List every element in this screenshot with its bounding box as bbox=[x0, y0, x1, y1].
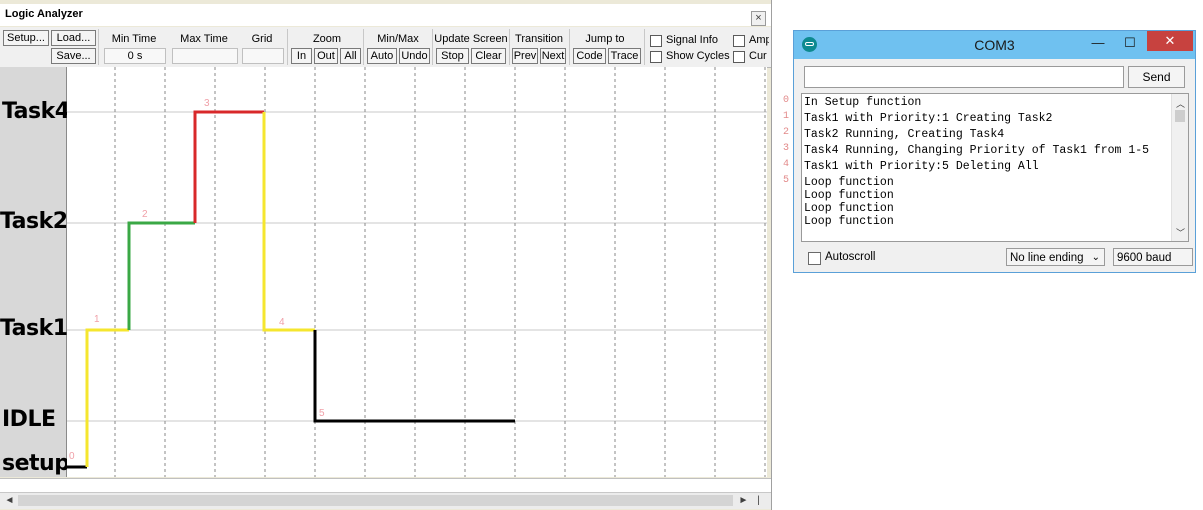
update-screen-label: Update Screen bbox=[434, 33, 508, 45]
signal-label-setup: setup bbox=[2, 451, 70, 476]
stop-button[interactable]: Stop bbox=[436, 48, 469, 64]
serial-output-area: In Setup function Task1 with Priority:1 … bbox=[801, 93, 1189, 242]
output-line: Loop function bbox=[804, 176, 894, 189]
line-index: 4 bbox=[783, 159, 790, 170]
output-line: Task1 with Priority:5 Deleting All bbox=[804, 160, 1039, 173]
signal-label-task2: Task2 bbox=[0, 209, 68, 234]
send-button[interactable]: Send bbox=[1128, 66, 1185, 88]
amp-checkbox[interactable] bbox=[733, 35, 745, 47]
output-line: Loop function bbox=[804, 189, 894, 202]
undo-button[interactable]: Undo bbox=[399, 48, 430, 64]
line-index: 1 bbox=[783, 111, 790, 122]
autoscroll-checkbox[interactable] bbox=[808, 252, 821, 265]
trace-button[interactable]: Trace bbox=[608, 48, 641, 64]
waveform-segment-4 bbox=[262, 112, 315, 332]
waveform-segment-3 bbox=[193, 110, 264, 223]
prev-button[interactable]: Prev bbox=[512, 48, 538, 64]
signal-name-column: Task4 Task2 Task1 IDLE setup bbox=[0, 67, 70, 477]
setup-button[interactable]: Setup... bbox=[3, 30, 49, 46]
signal-label-idle: IDLE bbox=[2, 407, 56, 432]
output-line: Task2 Running, Creating Task4 bbox=[804, 128, 1005, 141]
line-ending-select[interactable]: No line ending ⌄ bbox=[1006, 248, 1105, 266]
signal-label-task1: Task1 bbox=[0, 316, 68, 341]
zoom-out-button[interactable]: Out bbox=[314, 48, 338, 64]
serial-input-field[interactable] bbox=[804, 66, 1124, 88]
zoom-in-button[interactable]: In bbox=[291, 48, 312, 64]
logic-analyzer-window: Logic Analyzer × Setup... Load... Save..… bbox=[0, 0, 772, 510]
output-line: Loop function bbox=[804, 215, 894, 228]
maximize-icon[interactable]: ☐ bbox=[1116, 33, 1144, 53]
transition-label: Transition bbox=[515, 33, 563, 45]
waveform-segment-2 bbox=[127, 221, 195, 330]
signal-info-checkbox[interactable] bbox=[650, 35, 662, 47]
jump-to-label: Jump to bbox=[585, 33, 625, 45]
show-cycles-checkbox[interactable] bbox=[650, 51, 662, 63]
waveform-svg: 0 1 2 3 4 5 bbox=[67, 67, 767, 477]
scroll-left-icon[interactable]: ◄ bbox=[3, 494, 16, 507]
serial-monitor-titlebar: COM3 — ☐ ✕ bbox=[794, 31, 1195, 59]
code-button[interactable]: Code bbox=[573, 48, 606, 64]
next-button[interactable]: Next bbox=[540, 48, 566, 64]
cur-checkbox[interactable] bbox=[733, 51, 745, 63]
transition-marker-3: 3 bbox=[204, 98, 210, 109]
scroll-thumb[interactable] bbox=[1175, 110, 1185, 122]
transition-marker-2: 2 bbox=[142, 209, 148, 220]
grid-value bbox=[242, 48, 284, 64]
baud-rate-select[interactable]: 9600 baud bbox=[1113, 248, 1193, 266]
chevron-down-icon: ⌄ bbox=[1091, 252, 1100, 263]
line-index: 0 bbox=[783, 95, 790, 106]
zoom-all-button[interactable]: All bbox=[340, 48, 361, 64]
amp-label: Amp bbox=[749, 34, 769, 46]
save-button[interactable]: Save... bbox=[51, 48, 96, 64]
min-time-value: 0 s bbox=[104, 48, 166, 64]
transition-marker-5: 5 bbox=[319, 408, 325, 419]
output-scrollbar[interactable]: ︿ ﹀ bbox=[1171, 94, 1188, 241]
output-line: Task1 with Priority:1 Creating Task2 bbox=[804, 112, 1053, 125]
close-icon[interactable]: × bbox=[751, 11, 766, 26]
transition-marker-1: 1 bbox=[94, 314, 100, 325]
minimize-icon[interactable]: — bbox=[1084, 33, 1112, 53]
signal-label-task4: Task4 bbox=[2, 99, 70, 124]
scroll-end-icon[interactable]: | bbox=[752, 494, 765, 507]
grid-label: Grid bbox=[251, 33, 273, 45]
close-window-icon[interactable]: ✕ bbox=[1147, 31, 1193, 51]
status-strip bbox=[0, 478, 771, 493]
scroll-up-icon[interactable]: ︿ bbox=[1176, 97, 1185, 110]
serial-monitor-footer: Autoscroll No line ending ⌄ 9600 baud bbox=[794, 245, 1195, 271]
max-time-value bbox=[172, 48, 238, 64]
autoscroll-label: Autoscroll bbox=[825, 251, 876, 263]
line-ending-value: No line ending bbox=[1010, 252, 1084, 264]
scroll-down-icon[interactable]: ﹀ bbox=[1176, 226, 1185, 239]
logic-analyzer-toolbar: Setup... Load... Save... Min Time 0 s Ma… bbox=[0, 27, 771, 68]
scroll-right-icon[interactable]: ► bbox=[737, 494, 750, 507]
line-index: 5 bbox=[783, 175, 790, 186]
transition-marker-0: 0 bbox=[69, 451, 75, 462]
cur-label: Cur bbox=[749, 50, 767, 62]
show-cycles-label: Show Cycles bbox=[666, 50, 730, 62]
waveform-plot[interactable]: 0 1 2 3 4 5 bbox=[67, 67, 767, 477]
transition-marker-4: 4 bbox=[279, 317, 285, 328]
line-index: 2 bbox=[783, 127, 790, 138]
output-line: Task4 Running, Changing Priority of Task… bbox=[804, 144, 1150, 157]
clear-button[interactable]: Clear bbox=[471, 48, 506, 64]
min-time-label: Min Time bbox=[111, 33, 157, 45]
auto-button[interactable]: Auto bbox=[367, 48, 397, 64]
line-index: 3 bbox=[783, 143, 790, 154]
output-line: In Setup function bbox=[804, 96, 922, 109]
waveform-segment-1 bbox=[85, 328, 129, 467]
scroll-track[interactable] bbox=[18, 495, 733, 506]
horizontal-scrollbar[interactable]: ◄ ► | bbox=[0, 492, 771, 509]
zoom-label: Zoom bbox=[312, 33, 342, 45]
minmax-label: Min/Max bbox=[377, 33, 419, 45]
signal-info-label: Signal Info bbox=[666, 34, 718, 46]
max-time-label: Max Time bbox=[180, 33, 228, 45]
output-line: Loop function bbox=[804, 202, 894, 215]
serial-monitor-window: COM3 — ☐ ✕ Send In Setup function Task1 … bbox=[793, 30, 1196, 273]
logic-analyzer-title: Logic Analyzer bbox=[5, 8, 83, 20]
logic-analyzer-titlebar: Logic Analyzer × bbox=[0, 4, 771, 26]
baud-rate-value: 9600 baud bbox=[1117, 252, 1172, 264]
load-button[interactable]: Load... bbox=[51, 30, 96, 46]
